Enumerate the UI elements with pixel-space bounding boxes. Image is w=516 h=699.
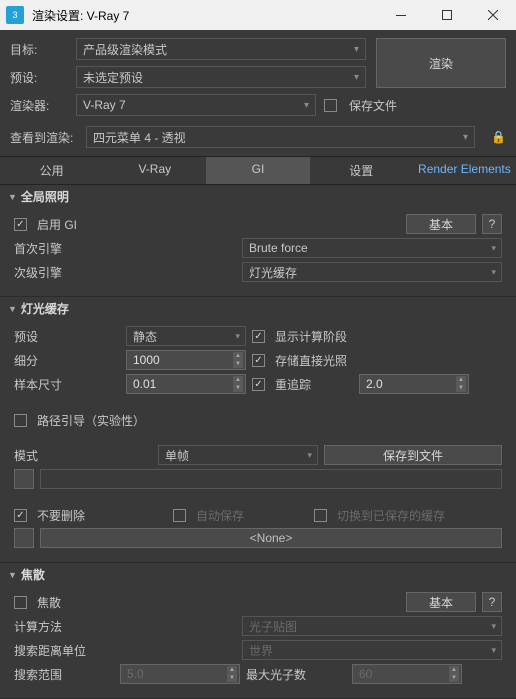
minimize-button[interactable] [378,0,424,30]
lightcache-section-title: 灯光缓存 [21,300,69,317]
render-config-panel: 目标: 产品级渲染模式 预设: 未选定预设 渲染 渲染器: V-Ray 7 保存… [0,30,516,157]
calc-method-label: 计算方法 [14,618,236,635]
caustics-help-button[interactable]: ? [482,592,502,612]
view-label: 查看到渲染: [10,129,78,146]
store-direct-checkbox[interactable] [252,354,265,367]
auto-save-checkbox[interactable] [173,509,186,522]
retrace-spinner[interactable]: 2.0▲▼ [359,374,469,394]
preset-dropdown[interactable]: 未选定预设 [76,66,366,88]
dont-delete-label: 不要删除 [37,507,167,524]
retrace-checkbox[interactable] [252,378,265,391]
renderer-dropdown[interactable]: V-Ray 7 [76,94,316,116]
gi-tab-content: ▼ 全局照明 启用 GI 基本 ? 首次引擎 Brute force 次级引擎 … [0,185,516,699]
tab-settings[interactable]: 设置 [310,157,413,184]
tab-bar: 公用 V-Ray GI 设置 Render Elements [0,157,516,185]
gi-mode-button[interactable]: 基本 [406,214,476,234]
search-range-spinner: 5.0▲▼ [120,664,240,684]
max-photons-label: 最大光子数 [246,666,346,683]
tab-render-elements[interactable]: Render Elements [413,157,516,184]
caustics-section-header[interactable]: ▼ 焦散 [0,563,516,586]
save-file-checkbox[interactable] [324,99,337,112]
file-browse-button[interactable] [14,469,34,489]
sample-size-label: 样本尺寸 [14,376,120,393]
caustics-section-title: 焦散 [21,566,45,583]
calc-method-dropdown: 光子贴图 [242,616,502,636]
preset-label: 预设: [10,69,68,86]
dist-unit-label: 搜索距离单位 [14,642,236,659]
target-dropdown[interactable]: 产品级渲染模式 [76,38,366,60]
view-dropdown[interactable]: 四元菜单 4 - 透视 [86,126,475,148]
gi-section-header[interactable]: ▼ 全局照明 [0,185,516,208]
caustics-mode-button[interactable]: 基本 [406,592,476,612]
subdiv-label: 细分 [14,352,120,369]
lc-mode-label: 模式 [14,447,152,464]
close-button[interactable] [470,0,516,30]
tab-common[interactable]: 公用 [0,157,103,184]
tab-gi[interactable]: GI [206,157,309,184]
maximize-button[interactable] [424,0,470,30]
chevron-down-icon: ▼ [8,192,17,202]
render-button[interactable]: 渲染 [376,38,506,88]
lc-preset-dropdown[interactable]: 静态 [126,326,246,346]
save-to-file-button[interactable]: 保存到文件 [324,445,502,465]
save-file-label: 保存文件 [349,97,397,114]
renderer-label: 渲染器: [10,97,68,114]
target-label: 目标: [10,41,68,58]
switch-saved-label: 切换到已保存的缓存 [337,507,445,524]
app-icon: 3 [6,6,24,24]
title-bar: 3 渲染设置: V-Ray 7 [0,0,516,30]
dont-delete-checkbox[interactable] [14,509,27,522]
window-title: 渲染设置: V-Ray 7 [32,7,378,24]
secondary-engine-dropdown[interactable]: 灯光缓存 [242,262,502,282]
chevron-down-icon: ▼ [8,304,17,314]
lock-icon[interactable]: 🔒 [491,130,506,144]
lc-mode-dropdown[interactable]: 单帧 [158,445,318,465]
chevron-down-icon: ▼ [8,570,17,580]
secondary-engine-label: 次级引擎 [14,264,236,281]
sample-size-spinner[interactable]: 0.01▲▼ [126,374,246,394]
gi-section-title: 全局照明 [21,188,69,205]
auto-save-browse-button[interactable] [14,528,34,548]
retrace-label: 重追踪 [275,376,353,393]
path-guide-label: 路径引导（实验性） [37,412,145,429]
tab-vray[interactable]: V-Ray [103,157,206,184]
lc-preset-label: 预设 [14,328,120,345]
search-range-label: 搜索范围 [14,666,114,683]
dist-unit-dropdown: 世界 [242,640,502,660]
caustics-enable-checkbox[interactable] [14,596,27,609]
show-calc-label: 显示计算阶段 [275,328,347,345]
lightcache-section-header[interactable]: ▼ 灯光缓存 [0,297,516,320]
auto-save-label: 自动保存 [196,507,308,524]
enable-gi-label: 启用 GI [37,216,77,233]
max-photons-spinner: 60▲▼ [352,664,462,684]
caustics-enable-label: 焦散 [37,594,61,611]
store-direct-label: 存储直接光照 [275,352,347,369]
path-guide-checkbox[interactable] [14,414,27,427]
show-calc-checkbox[interactable] [252,330,265,343]
subdiv-spinner[interactable]: 1000▲▼ [126,350,246,370]
gi-help-button[interactable]: ? [482,214,502,234]
enable-gi-checkbox[interactable] [14,218,27,231]
auto-save-path[interactable]: <None> [40,528,502,548]
lc-file-path[interactable] [40,469,502,489]
switch-saved-checkbox[interactable] [314,509,327,522]
primary-engine-dropdown[interactable]: Brute force [242,238,502,258]
primary-engine-label: 首次引擎 [14,240,236,257]
